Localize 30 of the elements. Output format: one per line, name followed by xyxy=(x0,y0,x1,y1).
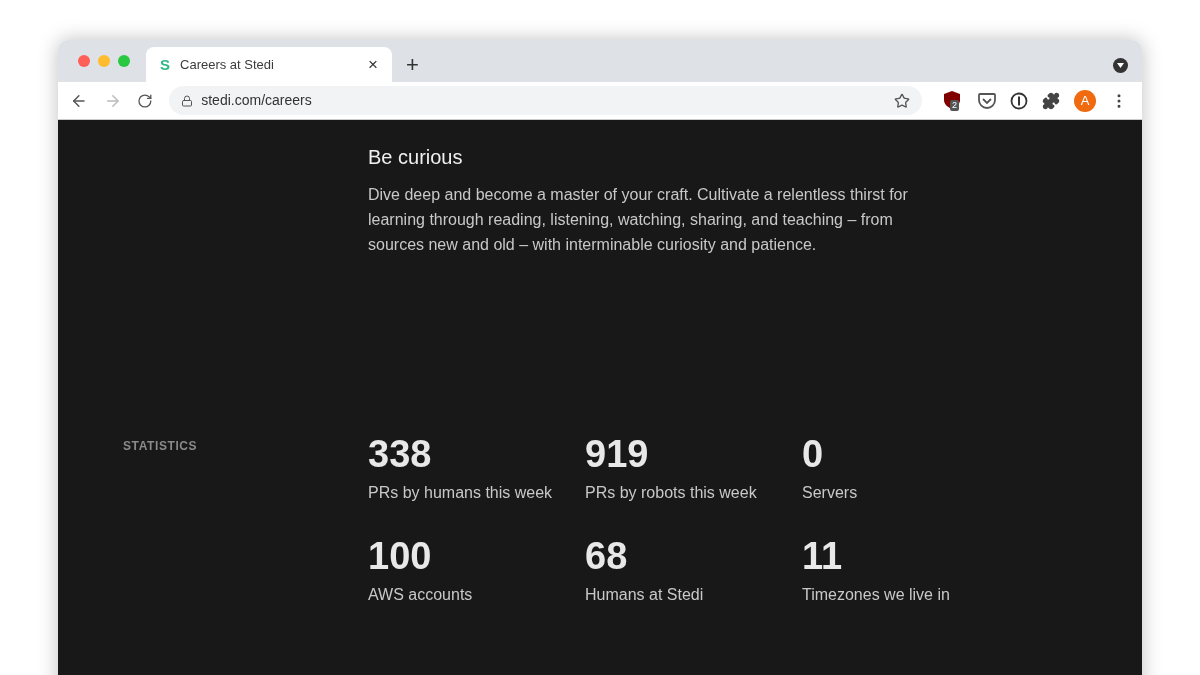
stat-value: 919 xyxy=(585,433,650,475)
password-manager-icon[interactable] xyxy=(1010,91,1028,110)
favicon: S xyxy=(160,57,170,72)
stat-label: Humans at Stedi xyxy=(585,585,705,605)
stat-label: AWS accounts xyxy=(368,585,474,605)
value-description: Dive deep and become a master of your craft. Cultivate a relentless thirst for learning through reading, listening, watching, sharing, and teaching – from sources new and old – with interminable curiosity and patience. xyxy=(368,185,909,255)
section-label: STATISTICS xyxy=(123,438,198,455)
stat-label: PRs by robots this week xyxy=(585,483,758,503)
value-title: Be curious xyxy=(368,145,464,170)
address-bar[interactable]: stedi.com/careers xyxy=(169,86,922,115)
tab-search-icon[interactable] xyxy=(1113,58,1128,73)
reload-icon[interactable] xyxy=(137,92,154,109)
stat-label: Timezones we live in xyxy=(802,585,951,605)
stat-value: 338 xyxy=(368,433,433,475)
stat-label: PRs by humans this week xyxy=(368,483,554,503)
lock-icon xyxy=(181,94,194,107)
browser-tab[interactable]: S Careers at Stedi × xyxy=(146,47,392,82)
url-text: stedi.com/careers xyxy=(201,91,313,110)
stat-value: 0 xyxy=(802,433,825,475)
bookmark-star-icon[interactable] xyxy=(894,92,910,109)
stat-value: 11 xyxy=(802,535,844,577)
extensions-icon[interactable] xyxy=(1042,91,1060,110)
stat-value: 68 xyxy=(585,535,629,577)
tab-title: Careers at Stedi xyxy=(180,55,275,74)
tab-close-button[interactable]: × xyxy=(368,56,378,73)
stat-label: Servers xyxy=(802,483,859,503)
new-tab-button[interactable]: + xyxy=(406,47,419,82)
pocket-icon[interactable] xyxy=(978,92,996,109)
extension-badge: 2 xyxy=(950,99,959,111)
stat-value: 100 xyxy=(368,535,433,577)
